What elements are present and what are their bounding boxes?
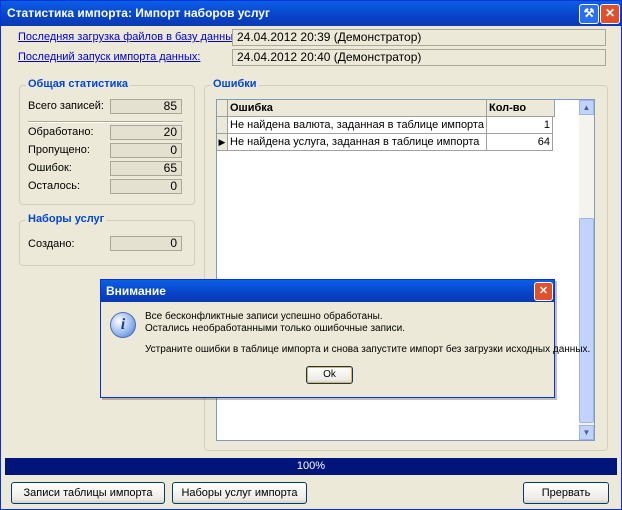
progress-text: 100% <box>296 460 326 472</box>
dialog-title-bar[interactable]: Внимание ✕ <box>101 280 554 302</box>
table-cell-error[interactable]: Не найдена валюта, заданная в таблице им… <box>228 117 487 134</box>
info-icon: i <box>110 312 136 338</box>
last-upload-value: 24.04.2012 20:39 (Демонстратор) <box>232 29 606 46</box>
dialog-message-line2: Остались необработанными только ошибочны… <box>145 323 405 334</box>
table-cell-count[interactable]: 1 <box>487 117 553 134</box>
column-header-count[interactable]: Кол-во <box>487 100 555 117</box>
scroll-down-icon[interactable]: ▼ <box>579 425 594 440</box>
created-label: Создано: <box>28 238 75 250</box>
progress-bar: 100% <box>5 458 617 475</box>
stats-divider <box>28 121 183 123</box>
stat-label-skipped: Пропущено: <box>28 144 90 156</box>
stat-value-processed: 20 <box>110 125 182 140</box>
attention-dialog: Внимание ✕ i Все бесконфликтные записи у… <box>100 279 590 398</box>
title-bar[interactable]: Статистика импорта: Импорт наборов услуг… <box>1 1 621 26</box>
ok-button[interactable]: Ok <box>306 366 353 384</box>
last-import-value: 24.04.2012 20:40 (Демонстратор) <box>232 49 606 66</box>
import-table-button[interactable]: Записи таблицы импорта <box>11 482 165 504</box>
main-window: Статистика импорта: Импорт наборов услуг… <box>0 0 622 510</box>
last-import-link[interactable]: Последний запуск импорта данных: <box>18 51 200 63</box>
close-icon[interactable]: ✕ <box>600 4 620 24</box>
scroll-up-icon[interactable]: ▲ <box>579 100 594 115</box>
service-sets-title: Наборы услуг <box>26 213 107 225</box>
abort-button[interactable]: Прервать <box>523 482 609 504</box>
close-icon[interactable]: ✕ <box>534 282 553 301</box>
dialog-message-line1: Все бесконфликтные записи успешно обрабо… <box>145 311 383 322</box>
current-row-marker[interactable]: ▶ <box>217 134 228 151</box>
wrench-icon[interactable]: ⚒ <box>579 4 599 24</box>
table-cell-error[interactable]: Не найдена услуга, заданная в таблице им… <box>228 134 487 151</box>
errors-title: Ошибки <box>211 78 259 90</box>
stat-label-errors: Ошибок: <box>28 162 72 174</box>
header-corner <box>217 100 228 117</box>
stat-label-remaining: Осталось: <box>28 180 81 192</box>
scroll-thumb[interactable] <box>579 218 594 423</box>
last-upload-link[interactable]: Последняя загрузка файлов в базу данных: <box>18 31 242 43</box>
dialog-title: Внимание <box>106 284 166 298</box>
stat-label-total: Всего записей: <box>28 100 104 112</box>
window-title: Статистика импорта: Импорт наборов услуг <box>7 6 270 20</box>
import-sets-button[interactable]: Наборы услуг импорта <box>172 482 307 504</box>
stat-value-total: 85 <box>110 99 182 114</box>
created-value: 0 <box>110 236 182 251</box>
column-header-error[interactable]: Ошибка <box>228 100 487 117</box>
stat-value-remaining: 0 <box>110 179 182 194</box>
stat-label-processed: Обработано: <box>28 126 94 138</box>
row-header[interactable] <box>217 117 228 134</box>
dialog-message-line3: Устраните ошибки в таблице импорта и сно… <box>145 344 591 355</box>
stat-value-errors: 65 <box>110 161 182 176</box>
general-stats-title: Общая статистика <box>26 78 131 90</box>
stat-value-skipped: 0 <box>110 143 182 158</box>
table-cell-count[interactable]: 64 <box>487 134 553 151</box>
vertical-scrollbar[interactable]: ▲ ▼ <box>579 100 594 440</box>
